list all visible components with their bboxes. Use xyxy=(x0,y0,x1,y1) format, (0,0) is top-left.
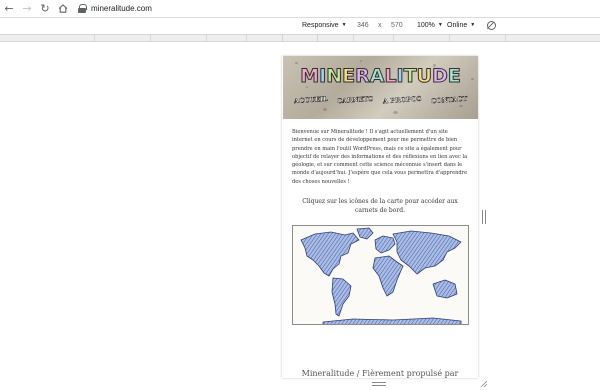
nav-link-carnets[interactable]: CARNETS xyxy=(337,95,374,106)
reload-button[interactable]: ↻ xyxy=(36,0,54,17)
continent-asia xyxy=(392,230,462,275)
ruler-tick xyxy=(282,35,283,42)
back-button[interactable]: ← xyxy=(0,0,18,17)
nav-link-accueil[interactable]: ACCUEIL xyxy=(293,95,328,106)
continent-antarctica xyxy=(322,317,462,324)
logo-letter: N xyxy=(326,65,343,88)
lock-icon xyxy=(78,4,87,13)
url-text[interactable]: mineralitude.com xyxy=(91,4,152,13)
continent-greenland xyxy=(356,227,374,240)
ruler-tick xyxy=(393,35,394,42)
site-logo[interactable]: MINERALITUDE xyxy=(283,65,478,88)
resize-handle-right[interactable] xyxy=(482,210,486,224)
ruler-tick xyxy=(353,35,354,42)
ruler-tick xyxy=(449,35,450,42)
device-toolbar: Responsive ▼ 346 x 570 100% ▼ Online ▼ xyxy=(0,17,600,34)
throttle-select[interactable]: Online ▼ xyxy=(447,22,475,29)
logo-letter: U xyxy=(416,65,433,88)
logo-letter: D xyxy=(432,65,449,88)
resize-handle-corner[interactable] xyxy=(480,380,488,388)
logo-letter: R xyxy=(355,65,371,88)
site-footer: Mineralitude / Fièrement propulsé par xyxy=(301,369,459,378)
rotate-icon[interactable] xyxy=(487,21,496,30)
world-map[interactable] xyxy=(292,225,469,325)
continent-africa xyxy=(372,255,404,297)
address-bar[interactable]: mineralitude.com xyxy=(78,4,152,13)
device-mode-select[interactable]: Responsive ▼ xyxy=(302,22,347,29)
world-map-illustration xyxy=(300,227,462,324)
caret-down-icon: ▼ xyxy=(470,22,476,28)
width-input[interactable]: 346 xyxy=(357,22,369,29)
home-icon xyxy=(58,4,68,13)
browser-toolbar: ← → ↻ mineralitude.com xyxy=(0,0,600,17)
ruler-tick xyxy=(94,35,95,42)
ruler-tick xyxy=(246,35,247,42)
continent-north-america xyxy=(300,231,360,277)
resize-handle-bottom[interactable] xyxy=(372,382,386,386)
home-button[interactable] xyxy=(54,0,72,17)
logo-letter: I xyxy=(396,65,404,88)
logo-letter: M xyxy=(300,65,320,88)
logo-letter: E xyxy=(342,65,356,88)
device-mode-label: Responsive xyxy=(302,22,339,29)
zoom-select[interactable]: 100% ▼ xyxy=(417,22,443,29)
media-query-ruler[interactable] xyxy=(0,34,600,42)
reload-icon: ↻ xyxy=(40,2,50,15)
map-caption: Cliquez sur les icônes de la carte pour … xyxy=(302,198,458,214)
ruler-tick xyxy=(505,35,506,42)
device-viewport: MINERALITUDE ACCUEIL CARNETS A PROPOS CO… xyxy=(282,56,478,378)
continent-australia xyxy=(432,279,458,299)
logo-letter: T xyxy=(403,65,417,88)
logo-letter: I xyxy=(319,65,327,88)
zoom-label: 100% xyxy=(417,22,435,29)
intro-paragraph: Bienvenue sur Mineralitude ! Il s'agit a… xyxy=(292,129,468,185)
ruler-tick xyxy=(317,35,318,42)
logo-letter: E xyxy=(447,65,461,88)
caret-down-icon: ▼ xyxy=(437,22,443,28)
dimension-separator: x xyxy=(378,22,382,29)
height-input[interactable]: 570 xyxy=(391,22,403,29)
ruler-tick xyxy=(206,35,207,42)
continent-south-america xyxy=(331,277,352,317)
site-header-banner: MINERALITUDE ACCUEIL CARNETS A PROPOS CO… xyxy=(283,56,478,119)
nav-link-a-propos[interactable]: A PROPOS xyxy=(382,94,421,105)
forward-button[interactable]: → xyxy=(18,0,36,17)
site-nav: ACCUEIL CARNETS A PROPOS CONTACT xyxy=(283,94,478,106)
arrow-left-icon: ← xyxy=(4,2,14,15)
ruler-tick xyxy=(150,35,151,42)
logo-letter: L xyxy=(384,65,397,88)
logo-letter: A xyxy=(369,65,385,88)
throttle-label: Online xyxy=(447,22,468,29)
arrow-right-icon: → xyxy=(22,2,32,15)
continent-europe xyxy=(374,235,396,254)
nav-link-contact[interactable]: CONTACT xyxy=(430,95,467,106)
caret-down-icon: ▼ xyxy=(341,22,347,28)
